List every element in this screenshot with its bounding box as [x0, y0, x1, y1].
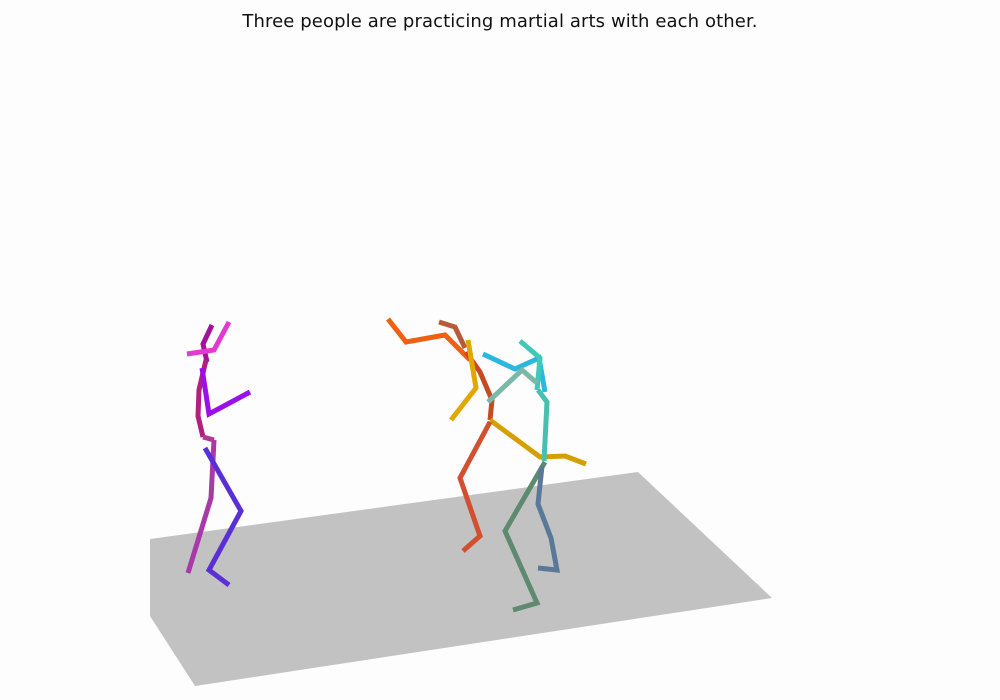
middle-person-raised-arm	[386, 317, 472, 362]
left-person-head	[200, 323, 215, 363]
left-person-left-arm	[199, 367, 252, 418]
motion-scene	[150, 317, 772, 686]
middle-person-kick-leg	[488, 417, 587, 467]
floor-plane	[150, 472, 772, 686]
right-person-spine	[536, 388, 550, 462]
animation-frame: Three people are practicing martial arts…	[0, 0, 1000, 700]
right-person-left-arm	[486, 366, 539, 404]
left-person-hip	[202, 434, 215, 443]
